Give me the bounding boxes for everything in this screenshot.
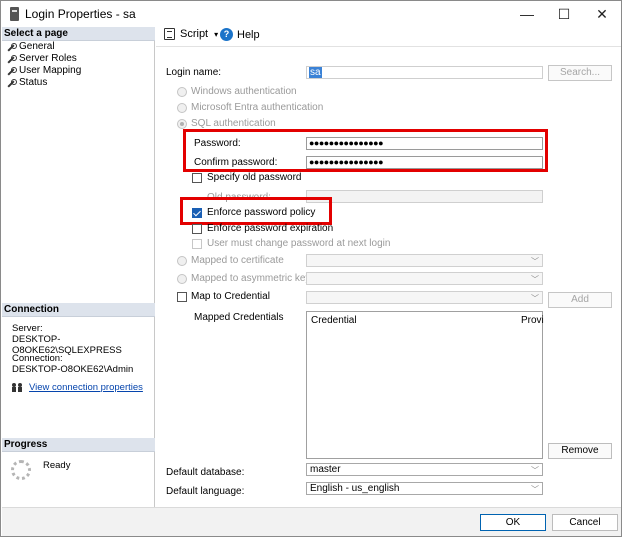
maximize-button[interactable]: ☐	[546, 1, 582, 27]
login-properties-window: Login Properties - sa — ☐ ✕ Select a pag…	[0, 0, 622, 537]
toolbar: Script ▾ ? Help	[156, 27, 621, 43]
mapped-asym-key-label: Mapped to asymmetric key	[191, 273, 311, 284]
view-connection-properties-link[interactable]: View connection properties	[29, 382, 143, 393]
search-button[interactable]: Search...	[548, 65, 612, 81]
window-title: Login Properties - sa	[25, 7, 136, 21]
password-highlight-box	[183, 129, 548, 172]
app-icon	[10, 7, 19, 21]
mapped-certificate-label: Mapped to certificate	[191, 255, 284, 266]
cancel-button[interactable]: Cancel	[552, 514, 618, 531]
login-name-label: Login name:	[166, 67, 222, 78]
asym-key-combo[interactable]: ﹀	[306, 272, 543, 285]
page-user-mapping[interactable]: User Mapping	[6, 65, 81, 77]
script-icon	[164, 28, 175, 40]
close-button[interactable]: ✕	[584, 1, 620, 27]
minimize-button[interactable]: —	[509, 1, 545, 27]
wrench-icon	[6, 66, 17, 76]
progress-spinner-icon	[11, 460, 31, 480]
progress-header: Progress	[2, 438, 155, 452]
chevron-down-icon: ﹀	[531, 466, 539, 475]
default-language-value: English - us_english	[310, 483, 400, 494]
chevron-down-icon: ﹀	[531, 294, 539, 303]
default-language-select[interactable]: English - us_english ﹀	[306, 482, 543, 495]
chevron-down-icon: ﹀	[531, 257, 539, 266]
page-status[interactable]: Status	[6, 77, 47, 89]
chevron-down-icon[interactable]: ▾	[214, 30, 218, 39]
map-credential-label: Map to Credential	[191, 291, 270, 302]
windows-auth-radio[interactable]	[177, 87, 187, 97]
certificate-combo[interactable]: ﹀	[306, 254, 543, 267]
default-database-select[interactable]: master ﹀	[306, 463, 543, 476]
must-change-label: User must change password at next login	[207, 238, 391, 249]
help-icon: ?	[220, 28, 233, 41]
windows-auth-label: Windows authentication	[191, 86, 297, 97]
specify-old-password-checkbox[interactable]	[192, 173, 202, 183]
left-pane: Select a page General Server Roles User …	[2, 27, 155, 511]
credential-combo[interactable]: ﹀	[306, 291, 543, 304]
connection-header: Connection	[2, 303, 155, 317]
default-database-value: master	[310, 464, 341, 475]
server-label: Server:	[12, 323, 43, 334]
add-credential-button[interactable]: Add	[548, 292, 612, 308]
enforce-expiration-checkbox[interactable]	[192, 224, 202, 234]
login-name-value: sa	[309, 67, 322, 78]
select-page-header: Select a page	[2, 27, 155, 41]
connection-label: Connection:	[12, 353, 63, 364]
toolbar-divider	[156, 46, 621, 47]
map-credential-checkbox[interactable]	[177, 292, 187, 302]
enforce-expiration-label: Enforce password expiration	[207, 223, 334, 234]
default-language-label: Default language:	[166, 486, 245, 497]
page-server-roles[interactable]: Server Roles	[6, 53, 77, 65]
title-bar: Login Properties - sa — ☐ ✕	[1, 1, 621, 27]
wrench-icon	[6, 42, 17, 52]
chevron-down-icon: ﹀	[531, 275, 539, 284]
sql-auth-label: SQL authentication	[191, 118, 276, 129]
mapped-credentials-label: Mapped Credentials	[194, 312, 284, 323]
credential-column-header[interactable]: Credential	[311, 315, 357, 326]
ok-button[interactable]: OK	[480, 514, 546, 531]
old-password-input[interactable]	[306, 190, 543, 203]
specify-old-password-label: Specify old password	[207, 172, 302, 183]
default-database-label: Default database:	[166, 467, 245, 478]
remove-credential-button[interactable]: Remove	[548, 443, 612, 459]
progress-status: Ready	[43, 460, 71, 471]
login-name-input[interactable]: sa	[306, 66, 543, 79]
sql-auth-radio[interactable]	[177, 119, 187, 129]
provider-column-header[interactable]: Provi	[521, 315, 544, 326]
chevron-down-icon: ﹀	[531, 485, 539, 494]
entra-auth-radio[interactable]	[177, 103, 187, 113]
wrench-icon	[6, 78, 17, 88]
dialog-footer: OK Cancel	[2, 507, 621, 536]
mapped-certificate-radio[interactable]	[177, 256, 187, 266]
entra-auth-label: Microsoft Entra authentication	[191, 102, 324, 113]
policy-highlight-box	[180, 197, 332, 225]
page-general[interactable]: General	[6, 41, 55, 53]
connection-value: DESKTOP-O8OKE62\Admin	[12, 364, 134, 375]
must-change-checkbox[interactable]	[192, 239, 202, 249]
help-button[interactable]: ? Help	[220, 28, 260, 41]
mapped-asym-key-radio[interactable]	[177, 274, 187, 284]
script-button[interactable]: Script ▾	[164, 28, 218, 40]
mapped-credentials-grid[interactable]: Credential Provi	[306, 311, 544, 459]
wrench-icon	[6, 54, 17, 64]
connection-properties-icon	[12, 383, 22, 392]
